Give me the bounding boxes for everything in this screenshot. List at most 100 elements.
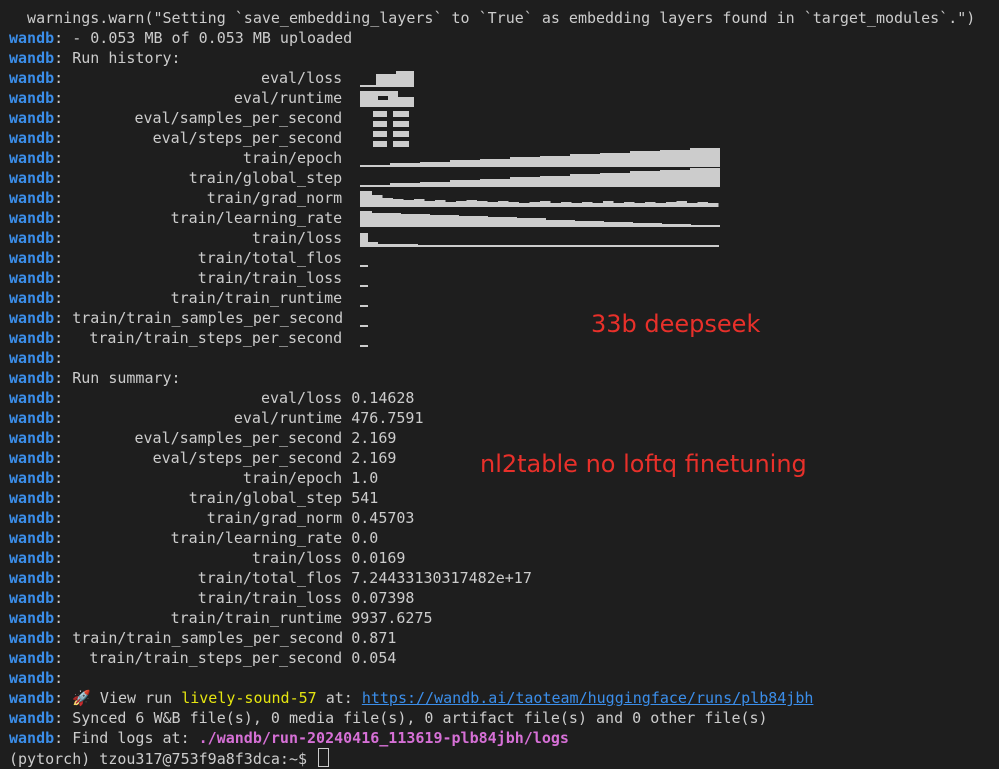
history-row: wandb: train/grad_norm <box>9 188 975 208</box>
run-name: lively-sound-57 <box>181 689 317 707</box>
history-row: wandb: eval/runtime <box>9 88 975 108</box>
wandb-prefix: wandb <box>9 669 55 687</box>
summary-metric-name: eval/loss <box>260 389 343 407</box>
sparkline <box>351 188 721 208</box>
wandb-prefix: wandb <box>9 229 55 247</box>
terminal-output[interactable]: warnings.warn("Setting `save_embedding_l… <box>9 8 975 768</box>
wandb-prefix: wandb <box>9 89 55 107</box>
wandb-prefix: wandb <box>9 629 55 647</box>
sparkline <box>351 268 721 288</box>
summary-metric-value: 0.07398 <box>351 589 415 607</box>
sparkline <box>351 168 721 188</box>
summary-metric-name: train/grad_norm <box>206 509 343 527</box>
task-annotation: nl2table no loftq finetuning <box>480 450 807 478</box>
summary-row: wandb: train/total_flos 7.24433130317482… <box>9 569 532 587</box>
wandb-prefix: wandb <box>9 109 55 127</box>
sparkline <box>351 148 721 168</box>
history-metric-name: train/epoch <box>242 149 343 167</box>
summary-metric-name: train/train_runtime <box>170 609 343 627</box>
wandb-prefix: wandb <box>9 389 55 407</box>
summary-metric-value: 0.45703 <box>351 509 415 527</box>
at-label: at: <box>316 689 362 707</box>
summary-metric-name: train/total_flos <box>197 569 343 587</box>
run-summary-header-line: wandb: Run summary: <box>9 369 181 387</box>
summary-metric-value: 7.24433130317482e+17 <box>351 569 532 587</box>
history-metric-name: train/total_flos <box>197 249 343 267</box>
summary-metric-name: train/train_samples_per_second <box>72 629 344 647</box>
run-history-header-line: wandb: Run history: <box>9 49 181 67</box>
summary-row: wandb: train/train_loss 0.07398 <box>9 589 415 607</box>
warning-line: warnings.warn("Setting `save_embedding_l… <box>9 9 976 27</box>
summary-metric-value: 541 <box>351 489 379 507</box>
wandb-prefix: wandb <box>9 29 55 47</box>
history-metric-name: train/train_steps_per_second <box>89 329 343 347</box>
wandb-prefix: wandb <box>9 349 55 367</box>
wandb-prefix: wandb <box>9 709 55 727</box>
prompt-line[interactable]: (pytorch) tzou317@753f9a8f3dca:~$ <box>9 748 975 768</box>
wandb-prefix: wandb <box>9 469 55 487</box>
history-metric-name: train/train_runtime <box>170 289 343 307</box>
summary-metric-value: 0.0 <box>351 529 379 547</box>
synced-line: wandb: Synced 6 W&B file(s), 0 media fil… <box>9 709 768 727</box>
wandb-prefix: wandb <box>9 449 55 467</box>
run-summary-table: wandb: eval/loss 0.14628 wandb: eval/runt… <box>9 388 975 668</box>
wandb-prefix: wandb <box>9 649 55 667</box>
summary-row: wandb: eval/runtime 476.7591 <box>9 409 424 427</box>
sparkline <box>351 88 721 108</box>
summary-metric-value: 0.0169 <box>351 549 406 567</box>
summary-metric-name: train/learning_rate <box>170 529 343 547</box>
summary-row: wandb: train/train_steps_per_second 0.05… <box>9 649 397 667</box>
summary-metric-value: 1.0 <box>351 469 379 487</box>
wandb-prefix: wandb <box>9 69 55 87</box>
wandb-prefix: wandb <box>9 589 55 607</box>
sparkline <box>351 228 721 248</box>
history-row: wandb: train/epoch <box>9 148 975 168</box>
history-row: wandb: train/learning_rate <box>9 208 975 228</box>
history-row: wandb: train/global_step <box>9 168 975 188</box>
history-row: wandb: train/train_loss <box>9 268 975 288</box>
summary-row: wandb: train/loss 0.0169 <box>9 549 406 567</box>
summary-metric-name: eval/runtime <box>233 409 343 427</box>
summary-metric-value: 2.169 <box>351 449 397 467</box>
summary-metric-name: eval/steps_per_second <box>152 449 343 467</box>
wandb-prefix: wandb <box>9 329 55 347</box>
history-metric-name: train/loss <box>251 229 343 247</box>
view-run-label: View run <box>90 689 182 707</box>
history-metric-name: train/learning_rate <box>170 209 343 227</box>
history-metric-name: eval/runtime <box>233 89 343 107</box>
history-metric-name: train/train_loss <box>197 269 343 287</box>
summary-row: wandb: train/global_step 541 <box>9 489 379 507</box>
wandb-prefix: wandb <box>9 429 55 447</box>
summary-row: wandb: eval/samples_per_second 2.169 <box>9 429 397 447</box>
wandb-prefix: wandb <box>9 249 55 267</box>
run-history-table: wandb: eval/loss wandb: eval/runtime wandb… <box>9 68 975 348</box>
summary-metric-value: 2.169 <box>351 429 397 447</box>
find-logs-line: wandb: Find logs at: ./wandb/run-2024041… <box>9 729 569 747</box>
history-row: wandb: eval/steps_per_second <box>9 128 975 148</box>
rocket-icon: 🚀 <box>72 689 91 707</box>
history-row: wandb: eval/loss <box>9 68 975 88</box>
terminal-cursor <box>318 748 330 767</box>
wandb-prefix: wandb <box>9 49 55 67</box>
wandb-prefix: wandb <box>9 189 55 207</box>
wandb-prefix: wandb <box>9 509 55 527</box>
history-metric-name: train/global_step <box>188 169 343 187</box>
upload-status-line: wandb: - 0.053 MB of 0.053 MB uploaded <box>9 29 353 47</box>
wandb-prefix: wandb <box>9 549 55 567</box>
sparkline <box>351 128 721 148</box>
history-metric-name: eval/samples_per_second <box>134 109 343 127</box>
wandb-prefix: wandb <box>9 289 55 307</box>
history-row: wandb: train/loss <box>9 228 975 248</box>
blank-wandb-line: wandb: <box>9 669 64 687</box>
history-metric-name: train/grad_norm <box>206 189 343 207</box>
wandb-prefix: wandb <box>9 309 55 327</box>
view-run-line: wandb: 🚀 View run lively-sound-57 at: ht… <box>9 689 814 707</box>
summary-metric-name: train/train_steps_per_second <box>89 649 343 667</box>
summary-row: wandb: train/grad_norm 0.45703 <box>9 509 415 527</box>
sparkline <box>351 288 721 308</box>
history-row: wandb: train/total_flos <box>9 248 975 268</box>
sparkline <box>351 208 721 228</box>
run-url-link[interactable]: https://wandb.ai/taoteam/huggingface/run… <box>362 689 814 707</box>
history-row: wandb: eval/samples_per_second <box>9 108 975 128</box>
history-metric-name: train/train_samples_per_second <box>72 309 344 327</box>
